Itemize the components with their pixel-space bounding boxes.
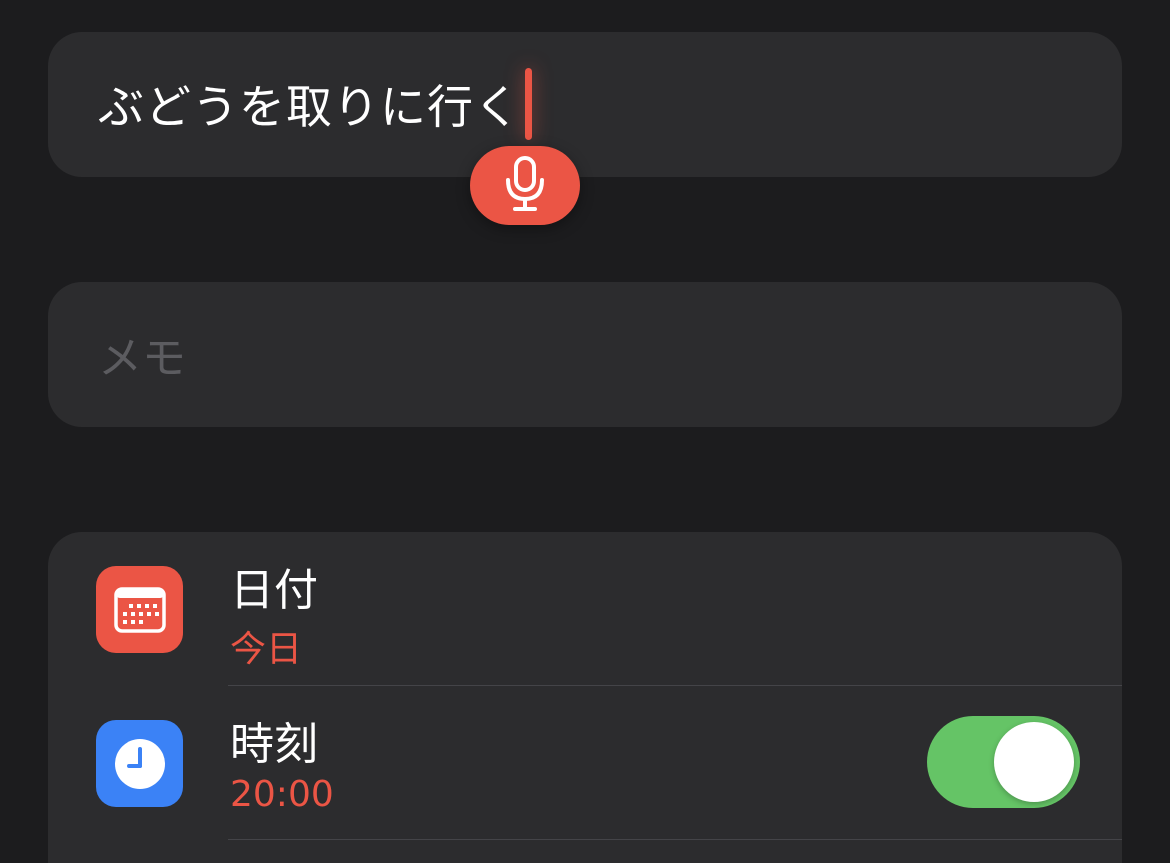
text-cursor (525, 68, 532, 140)
dictation-button[interactable] (470, 146, 580, 225)
date-label: 日付 (230, 565, 318, 616)
date-value: 今日 (230, 629, 303, 670)
title-input[interactable]: ぶどうを取りに行く (98, 68, 532, 140)
notes-placeholder: メモ (98, 333, 186, 384)
details-card: 日付 今日 時刻 20:00 (48, 532, 1122, 863)
time-label: 時刻 (230, 719, 318, 770)
time-value: 20:00 (230, 774, 334, 815)
title-text: ぶどうを取りに行く (98, 80, 521, 134)
title-card: ぶどうを取りに行く (48, 32, 1122, 177)
toggle-knob (994, 722, 1074, 802)
microphone-icon (503, 155, 547, 216)
clock-icon (96, 720, 183, 807)
time-row[interactable]: 時刻 20:00 (48, 686, 1122, 840)
notes-card[interactable]: メモ (48, 282, 1122, 427)
row-divider (228, 839, 1122, 840)
time-toggle[interactable] (927, 716, 1080, 808)
date-row[interactable]: 日付 今日 (48, 532, 1122, 686)
reminder-detail-screen: ぶどうを取りに行く メモ 日付 今日 時刻 20:00 (0, 0, 1170, 863)
calendar-icon (96, 566, 183, 653)
